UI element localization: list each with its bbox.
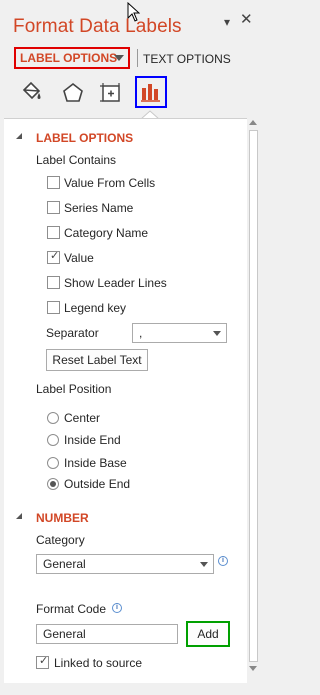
effects-icon[interactable] — [58, 78, 88, 108]
category-label: Category — [36, 533, 85, 547]
radio-outside-end[interactable] — [47, 478, 59, 490]
format-code-value: General — [43, 627, 86, 641]
checkbox-linked-to-source[interactable]: ✓ — [36, 655, 49, 669]
checkbox-label[interactable]: Linked to source — [54, 656, 142, 670]
close-pane-icon[interactable]: ✕ — [240, 12, 253, 28]
label-options-heading[interactable]: LABEL OPTIONS — [36, 131, 133, 145]
checkbox-label[interactable]: Show Leader Lines — [64, 276, 167, 290]
format-code-input[interactable]: General — [36, 624, 178, 644]
scroll-down-arrow-icon[interactable] — [249, 666, 257, 671]
checkbox-label[interactable]: Value From Cells — [64, 176, 155, 190]
checkmark-icon: ✓ — [50, 250, 60, 262]
category-value: General — [43, 557, 86, 571]
chevron-down-icon — [213, 331, 221, 336]
checkbox-series-name[interactable] — [47, 201, 60, 214]
collapse-caret-icon[interactable] — [16, 133, 22, 139]
radio-center[interactable] — [47, 412, 59, 424]
chevron-down-icon — [114, 55, 124, 61]
separator-label: Separator — [46, 326, 99, 340]
format-pane: Format Data Labels ▾ ✕ LABEL OPTIONS TEX… — [0, 0, 262, 695]
checkbox-value[interactable]: ✓ — [47, 250, 60, 264]
reset-label-text-button[interactable]: Reset Label Text — [46, 349, 148, 371]
radio-inside-base[interactable] — [47, 457, 59, 469]
options-panel: LABEL OPTIONS Label Contains Value From … — [4, 118, 247, 683]
checkmark-icon: ✓ — [39, 655, 49, 667]
radio-label[interactable]: Inside Base — [64, 456, 127, 470]
add-button[interactable]: Add — [186, 621, 230, 647]
separator-value: , — [139, 326, 143, 340]
radio-label[interactable]: Outside End — [64, 477, 130, 491]
label-position-heading: Label Position — [36, 382, 112, 396]
label-contains-heading: Label Contains — [36, 153, 117, 167]
checkbox-value-from-cells[interactable] — [47, 176, 60, 189]
format-code-label: Format Code — [36, 602, 107, 616]
checkbox-label[interactable]: Series Name — [64, 201, 133, 215]
chevron-down-icon — [200, 562, 208, 567]
info-icon[interactable]: i — [112, 603, 122, 613]
category-select[interactable]: General — [36, 554, 214, 574]
checkbox-legend-key[interactable] — [47, 301, 60, 314]
pane-title: Format Data Labels — [13, 16, 182, 37]
pane-options-dropdown-icon[interactable]: ▾ — [224, 14, 230, 30]
checkbox-category-name[interactable] — [47, 226, 60, 239]
number-heading[interactable]: NUMBER — [36, 511, 89, 525]
vertical-scrollbar[interactable] — [247, 118, 259, 683]
label-options-icon[interactable] — [135, 76, 167, 108]
radio-label[interactable]: Inside End — [64, 433, 121, 447]
info-icon[interactable]: i — [218, 556, 228, 566]
checkbox-label[interactable]: Value — [64, 251, 94, 265]
scrollbar-thumb[interactable] — [249, 130, 258, 662]
tab-label-options-text: LABEL OPTIONS — [20, 51, 118, 65]
checkbox-label[interactable]: Legend key — [64, 301, 126, 315]
scroll-up-arrow-icon[interactable] — [249, 120, 257, 125]
fill-line-icon[interactable] — [16, 78, 46, 108]
checkbox-label[interactable]: Category Name — [64, 226, 148, 240]
radio-selected-dot — [50, 481, 56, 487]
tab-label-options[interactable]: LABEL OPTIONS — [14, 47, 130, 69]
separator-select[interactable]: , — [132, 323, 227, 343]
tab-text-options[interactable]: TEXT OPTIONS — [143, 52, 231, 66]
size-properties-icon[interactable] — [96, 78, 126, 108]
tab-divider — [137, 49, 138, 67]
checkbox-show-leader-lines[interactable] — [47, 276, 60, 289]
radio-label[interactable]: Center — [64, 411, 100, 425]
collapse-caret-icon[interactable] — [16, 513, 22, 519]
radio-inside-end[interactable] — [47, 434, 59, 446]
